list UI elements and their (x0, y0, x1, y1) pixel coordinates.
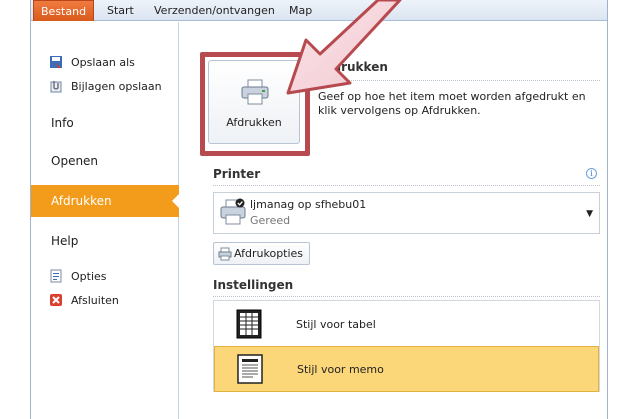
print-options-label: Afdrukopties (234, 247, 304, 260)
style-memo-label: Stijl voor memo (297, 362, 384, 376)
attachment-icon (49, 79, 63, 93)
exit-icon (49, 293, 63, 307)
printer-status: Gereed (250, 214, 291, 227)
print-button-highlight-frame (200, 52, 310, 156)
style-memo-option[interactable]: Stijl voor memo (214, 346, 599, 392)
nav-exit[interactable]: Afsluiten (31, 288, 179, 312)
tab-start[interactable]: Start (107, 0, 134, 21)
nav-save-as[interactable]: Opslaan als (31, 50, 179, 74)
nav-print[interactable]: Afdrukken (31, 185, 180, 217)
chevron-down-icon: ▼ (586, 209, 593, 219)
tab-verzenden-ontvangen[interactable]: Verzenden/ontvangen (154, 0, 275, 21)
print-options-icon (218, 247, 232, 261)
printer-status-icon (219, 198, 247, 231)
ribbon-tab-bar: Bestand Start Verzenden/ontvangen Map (31, 0, 607, 21)
style-table-label: Stijl voor tabel (296, 317, 376, 331)
table-style-icon (236, 309, 262, 339)
printer-name: ljmanag op sfhebu01 (250, 198, 367, 211)
backstage-nav: Opslaan als Bijlagen opslaan Info Openen… (31, 22, 180, 419)
nav-save-attachments-label: Bijlagen opslaan (71, 79, 162, 93)
print-style-list: Stijl voor tabel Stijl voor memo (213, 300, 600, 392)
printer-title-separator (213, 185, 600, 186)
nav-info[interactable]: Info (31, 108, 179, 138)
nav-options-label: Opties (71, 269, 107, 283)
printer-section-title: Printer (213, 167, 261, 181)
settings-section-title: Instellingen (213, 278, 294, 292)
print-title-separator (318, 80, 600, 81)
nav-help[interactable]: Help (31, 226, 179, 256)
options-icon (49, 269, 63, 283)
nav-save-as-label: Opslaan als (71, 55, 135, 69)
info-icon[interactable]: i (586, 168, 597, 179)
tab-map[interactable]: Map (289, 0, 312, 21)
nav-exit-label: Afsluiten (71, 293, 119, 307)
nav-save-attachments[interactable]: Bijlagen opslaan (31, 74, 179, 98)
print-section-title: Afdrukken (318, 60, 388, 74)
outlook-backstage-window: Bestand Start Verzenden/ontvangen Map Op… (30, 0, 608, 419)
save-as-icon (49, 55, 63, 69)
print-description: Geef op hoe het item moet worden afgedru… (318, 90, 586, 117)
nav-open[interactable]: Openen (31, 146, 179, 176)
tab-bestand[interactable]: Bestand (33, 0, 95, 21)
print-options-button[interactable]: Afdrukopties (213, 242, 311, 265)
printer-dropdown[interactable]: ljmanag op sfhebu01 Gereed ▼ (213, 192, 600, 234)
settings-title-separator (213, 296, 600, 297)
nav-options[interactable]: Opties (31, 264, 179, 288)
style-table-option[interactable]: Stijl voor tabel (214, 301, 599, 347)
memo-style-icon (237, 354, 263, 384)
print-panel: Afdrukken Afdrukken Geef op hoe het item… (180, 22, 607, 419)
